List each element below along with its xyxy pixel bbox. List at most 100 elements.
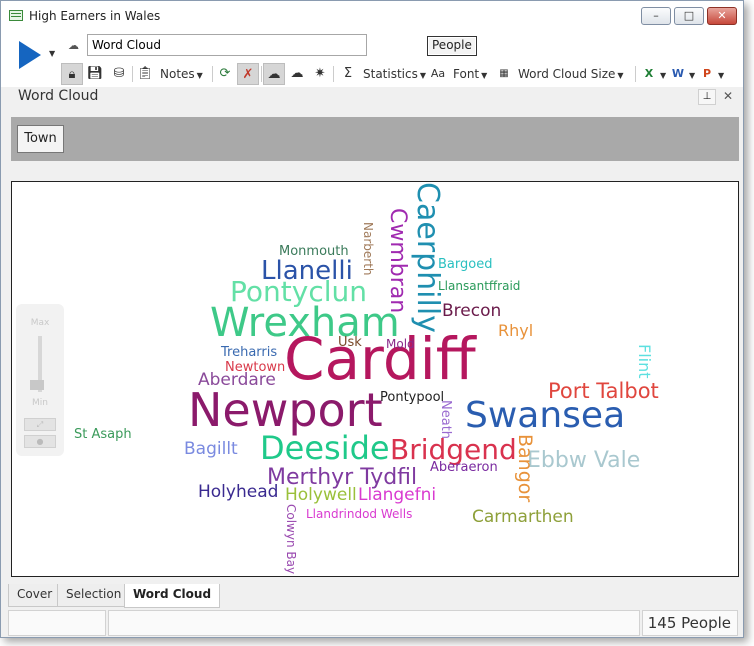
refresh-icon[interactable]: ⟳	[214, 63, 236, 85]
toolbar-separator	[261, 66, 262, 82]
font-dropdown-icon: ▼	[481, 71, 488, 80]
title-bar: High Earners in Wales – □ ✕	[1, 1, 743, 31]
word-narberth[interactable]: Narberth	[361, 222, 375, 276]
word-port-talbot[interactable]: Port Talbot	[548, 381, 659, 402]
word-usk[interactable]: Usk	[338, 336, 362, 349]
pin-icon[interactable]: ⊥	[698, 89, 716, 105]
minimize-button[interactable]: –	[641, 7, 671, 25]
zoom-max-label: Max	[30, 318, 50, 328]
zoom-reset-button[interactable]: ●	[24, 435, 56, 448]
word-holywell[interactable]: Holywell	[285, 487, 357, 504]
view-name-input[interactable]	[87, 34, 367, 56]
word-flint[interactable]: Flint	[635, 344, 654, 379]
group-by-bar: Town	[11, 117, 739, 161]
tab-word-cloud[interactable]: Word Cloud	[124, 584, 221, 608]
statistics-dropdown-icon: ▼	[419, 71, 427, 80]
sheet-tabs: Cover Selection Word Cloud	[8, 584, 738, 608]
word-aberaeron[interactable]: Aberaeron	[430, 461, 498, 474]
word-deeside[interactable]: Deeside	[260, 432, 390, 464]
word-newtown[interactable]: Newtown	[225, 361, 285, 374]
zoom-min-label: Min	[32, 398, 48, 408]
tab-selection[interactable]: Selection	[57, 584, 131, 607]
people-button[interactable]: People	[427, 36, 477, 56]
excel-dropdown-icon[interactable]: ▼	[660, 71, 666, 80]
word-carmarthen[interactable]: Carmarthen	[472, 509, 574, 526]
panel-title: Word Cloud	[18, 88, 99, 104]
word-llangefni[interactable]: Llangefni	[358, 487, 436, 504]
word-cloud-size-label: Word Cloud Size	[518, 67, 616, 81]
statistics-button[interactable]: Statistics ▼	[363, 63, 426, 85]
minimize-icon: –	[653, 9, 659, 22]
word-colwyn-bay[interactable]: Colwyn Bay	[284, 504, 298, 574]
powerpoint-export-icon[interactable]: P	[696, 63, 718, 85]
run-play-icon[interactable]	[19, 41, 41, 69]
status-cell	[8, 610, 106, 636]
window-title: High Earners in Wales	[29, 9, 161, 23]
word-pontypool[interactable]: Pontypool	[380, 391, 444, 404]
app-window: High Earners in Wales – □ ✕ ▼ ☁ People 🔒…	[0, 0, 744, 638]
notes-icon[interactable]: 📋︎	[134, 63, 156, 85]
maximize-button[interactable]: □	[674, 7, 704, 25]
statistics-label: Statistics	[363, 67, 418, 81]
cloud-shape-icon[interactable]: ☁	[263, 63, 285, 85]
toolbar-separator	[132, 66, 133, 82]
run-dropdown-arrow-icon[interactable]: ▼	[49, 49, 55, 58]
word-mold[interactable]: Mold	[386, 338, 415, 350]
people-count: 145 People	[642, 610, 738, 636]
maximize-icon: □	[683, 9, 695, 22]
status-cell	[108, 610, 640, 636]
excel-export-icon[interactable]: X	[638, 63, 660, 85]
word-brecon[interactable]: Brecon	[442, 303, 501, 320]
word-cloud-canvas: Max Min ⤢ ● Cardiff Newport Swansea Wrex…	[11, 181, 739, 577]
powerpoint-dropdown-icon[interactable]: ▼	[718, 71, 724, 80]
word-dropdown-icon[interactable]: ▼	[689, 71, 695, 80]
font-icon[interactable]: Aa	[427, 63, 449, 85]
word-cloud-size-button[interactable]: Word Cloud Size ▼	[518, 63, 624, 85]
panel-header: Word Cloud ⊥ ✕	[1, 87, 743, 113]
close-window-button[interactable]: ✕	[707, 7, 737, 25]
status-bar: 145 People	[8, 610, 738, 636]
app-window-icon	[9, 10, 23, 21]
toolbar-row: 🔒︎ 💾︎ ⛁ 📋︎ Notes ▼ ⟳ ✗ ☁ ☁ ✷ Σ Statistics…	[61, 63, 741, 85]
word-llansantffraid[interactable]: Llansantffraid	[438, 280, 520, 292]
notes-dropdown-icon: ▼	[196, 71, 203, 80]
word-bangor[interactable]: Bangor	[514, 434, 536, 502]
word-rhyl[interactable]: Rhyl	[498, 323, 533, 339]
save-icon[interactable]: 💾︎	[84, 63, 106, 85]
word-bargoed[interactable]: Bargoed	[438, 258, 492, 271]
grid-icon[interactable]: ▦	[493, 63, 515, 85]
font-button[interactable]: Font ▼	[453, 63, 487, 85]
toolbar-separator	[333, 66, 334, 82]
clear-filter-icon[interactable]: ✗	[237, 63, 259, 85]
word-bagillt[interactable]: Bagillt	[184, 441, 238, 458]
word-llandrindod-wells[interactable]: Llandrindod Wells	[306, 508, 412, 520]
lock-icon[interactable]: 🔒︎	[61, 63, 83, 85]
cloud-add-icon[interactable]: ☁	[286, 63, 308, 85]
word-cwmbran[interactable]: Cwmbran	[385, 208, 410, 313]
word-holyhead[interactable]: Holyhead	[198, 484, 278, 501]
word-wrexham[interactable]: Wrexham	[210, 303, 400, 343]
word-newport[interactable]: Newport	[188, 387, 383, 433]
word-ebbw-vale[interactable]: Ebbw Vale	[527, 450, 640, 472]
sigma-icon[interactable]: Σ	[337, 63, 359, 85]
cloud-burst-icon[interactable]: ✷	[309, 63, 331, 85]
database-icon[interactable]: ⛁	[108, 63, 130, 85]
notes-button[interactable]: Notes ▼	[160, 63, 203, 85]
toolbar-separator	[212, 66, 213, 82]
tab-cover[interactable]: Cover	[8, 584, 62, 607]
word-swansea[interactable]: Swansea	[465, 398, 625, 434]
close-panel-icon[interactable]: ✕	[723, 89, 733, 103]
word-treharris[interactable]: Treharris	[221, 346, 277, 359]
word-llanelli[interactable]: Llanelli	[261, 258, 353, 284]
toolbar: ▼ ☁ People 🔒︎ 💾︎ ⛁ 📋︎ Notes▼ ⟳ ✗ ☁ ☁ ✷ Σ…	[1, 31, 743, 87]
zoom-slider-thumb[interactable]	[30, 380, 44, 390]
zoom-fit-button[interactable]: ⤢	[24, 418, 56, 431]
word-export-icon[interactable]: W	[667, 63, 689, 85]
word-st-asaph[interactable]: St Asaph	[74, 428, 132, 441]
word-monmouth[interactable]: Monmouth	[279, 245, 349, 258]
toolbar-separator	[635, 66, 636, 82]
font-label: Font	[453, 67, 480, 81]
word-neath[interactable]: Neath	[438, 400, 453, 439]
town-field-button[interactable]: Town	[17, 125, 64, 153]
cloud-icon: ☁	[68, 39, 79, 52]
